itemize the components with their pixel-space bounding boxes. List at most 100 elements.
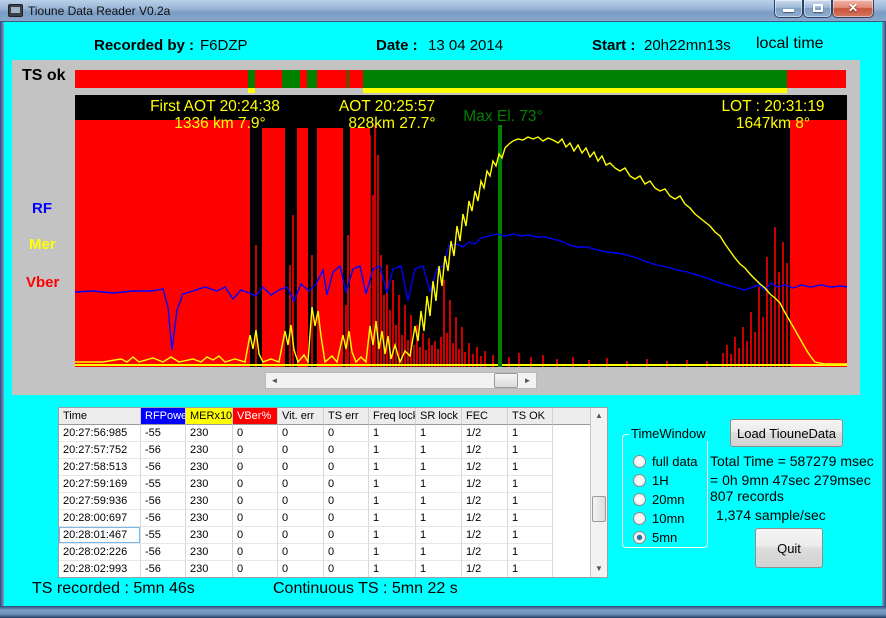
time-window-option-5mn[interactable]: 5mn	[633, 529, 677, 545]
table-cell[interactable]: 230	[186, 527, 233, 544]
table-cell[interactable]: 1	[508, 510, 553, 527]
table-cell[interactable]: -55	[141, 425, 186, 442]
table-cell[interactable]: 1	[508, 493, 553, 510]
signal-chart[interactable]: First AOT 20:24:381336 km 7.9°AOT 20:25:…	[75, 95, 847, 367]
table-cell[interactable]: 0	[278, 476, 324, 493]
table-cell[interactable]: 0	[324, 544, 369, 561]
quit-button[interactable]: Quit	[755, 528, 823, 568]
table-cell[interactable]: 230	[186, 425, 233, 442]
table-cell[interactable]: 0	[324, 493, 369, 510]
table-cell[interactable]: 0	[324, 476, 369, 493]
table-cell[interactable]: 20:28:00:697	[59, 510, 141, 527]
table-cell[interactable]: 1/2	[462, 510, 508, 527]
column-header[interactable]: Time	[59, 408, 141, 425]
column-header[interactable]: MERx10	[186, 408, 233, 425]
table-cell[interactable]: 0	[278, 510, 324, 527]
table-cell[interactable]: 230	[186, 493, 233, 510]
table-cell[interactable]: 20:28:01:467	[59, 527, 141, 544]
hscroll-thumb[interactable]	[494, 373, 518, 388]
table-cell[interactable]: -56	[141, 459, 186, 476]
time-window-option-10mn[interactable]: 10mn	[633, 510, 685, 526]
table-cell[interactable]: 1/2	[462, 544, 508, 561]
table-cell[interactable]: 1	[369, 442, 416, 459]
table-cell[interactable]: 230	[186, 459, 233, 476]
table-cell[interactable]: 1	[416, 493, 462, 510]
table-cell[interactable]: 20:28:02:226	[59, 544, 141, 561]
table-cell[interactable]: 1	[508, 544, 553, 561]
table-cell[interactable]: 1	[369, 527, 416, 544]
table-cell[interactable]: 0	[233, 442, 278, 459]
table-cell[interactable]: -55	[141, 527, 186, 544]
scroll-down-icon[interactable]: ▼	[591, 561, 607, 577]
table-cell[interactable]: 0	[324, 459, 369, 476]
table-cell[interactable]: 230	[186, 476, 233, 493]
table-cell[interactable]: 0	[324, 425, 369, 442]
table-cell[interactable]: 20:27:58:513	[59, 459, 141, 476]
table-cell[interactable]: 1	[416, 442, 462, 459]
radio-icon[interactable]	[633, 455, 646, 468]
time-window-option-20mn[interactable]: 20mn	[633, 491, 685, 507]
column-header[interactable]: SR lock	[416, 408, 462, 425]
radio-icon[interactable]	[633, 474, 646, 487]
table-cell[interactable]: 0	[278, 544, 324, 561]
table-cell[interactable]: 1/2	[462, 527, 508, 544]
column-header[interactable]: RFPower	[141, 408, 186, 425]
table-cell[interactable]: 1	[369, 510, 416, 527]
table-cell[interactable]: 1/2	[462, 561, 508, 577]
table-cell[interactable]: 0	[233, 425, 278, 442]
chart-horizontal-scrollbar[interactable]: ◄ ►	[265, 372, 537, 389]
table-cell[interactable]: 0	[278, 527, 324, 544]
table-cell[interactable]: 1	[508, 561, 553, 577]
time-window-option-full-data[interactable]: full data	[633, 453, 698, 469]
column-header[interactable]: FEC	[462, 408, 508, 425]
table-cell[interactable]: 230	[186, 544, 233, 561]
maximize-button[interactable]	[803, 0, 832, 18]
title-bar[interactable]: Tioune Data Reader V0.2a ✕	[0, 0, 886, 22]
table-cell[interactable]: 1/2	[462, 459, 508, 476]
table-cell[interactable]: 0	[324, 561, 369, 577]
time-window-option-1H[interactable]: 1H	[633, 472, 669, 488]
table-cell[interactable]: 0	[278, 425, 324, 442]
scroll-up-icon[interactable]: ▲	[591, 408, 607, 424]
table-cell[interactable]: 1	[369, 476, 416, 493]
table-cell[interactable]: 1	[416, 425, 462, 442]
table-cell[interactable]: 0	[278, 442, 324, 459]
table-cell[interactable]: 1	[369, 493, 416, 510]
table-cell[interactable]: 0	[233, 476, 278, 493]
table-cell[interactable]: -55	[141, 476, 186, 493]
radio-icon[interactable]	[633, 512, 646, 525]
table-cell[interactable]: 1	[416, 561, 462, 577]
table-cell[interactable]: 1	[416, 459, 462, 476]
column-header[interactable]: Freq lock	[369, 408, 416, 425]
table-cell[interactable]: 0	[233, 510, 278, 527]
table-cell[interactable]: 20:27:59:169	[59, 476, 141, 493]
table-cell[interactable]: 1/2	[462, 442, 508, 459]
table-cell[interactable]: 0	[278, 459, 324, 476]
load-tiounedata-button[interactable]: Load TiouneData	[730, 419, 843, 447]
radio-icon[interactable]	[633, 493, 646, 506]
table-cell[interactable]: 1	[508, 476, 553, 493]
table-cell[interactable]: 230	[186, 442, 233, 459]
table-cell[interactable]: 1	[508, 425, 553, 442]
column-header[interactable]: VBer%	[233, 408, 278, 425]
table-cell[interactable]: 1	[508, 442, 553, 459]
table-cell[interactable]: -56	[141, 561, 186, 577]
table-cell[interactable]: 1/2	[462, 476, 508, 493]
table-cell[interactable]: 0	[324, 442, 369, 459]
table-cell[interactable]: 20:28:02:993	[59, 561, 141, 577]
table-cell[interactable]: -56	[141, 544, 186, 561]
table-cell[interactable]: 1	[416, 527, 462, 544]
table-cell[interactable]: 1	[508, 527, 553, 544]
table-cell[interactable]: 0	[324, 527, 369, 544]
table-cell[interactable]: -56	[141, 442, 186, 459]
table-cell[interactable]: 0	[324, 510, 369, 527]
table-cell[interactable]: 1/2	[462, 425, 508, 442]
table-cell[interactable]: 0	[233, 493, 278, 510]
table-cell[interactable]: 0	[233, 544, 278, 561]
minimize-button[interactable]	[774, 0, 803, 18]
table-cell[interactable]: 1	[508, 459, 553, 476]
table-cell[interactable]: 1	[369, 561, 416, 577]
table-cell[interactable]: 20:27:56:985	[59, 425, 141, 442]
table-cell[interactable]: 0	[233, 527, 278, 544]
table-cell[interactable]: 1	[369, 544, 416, 561]
